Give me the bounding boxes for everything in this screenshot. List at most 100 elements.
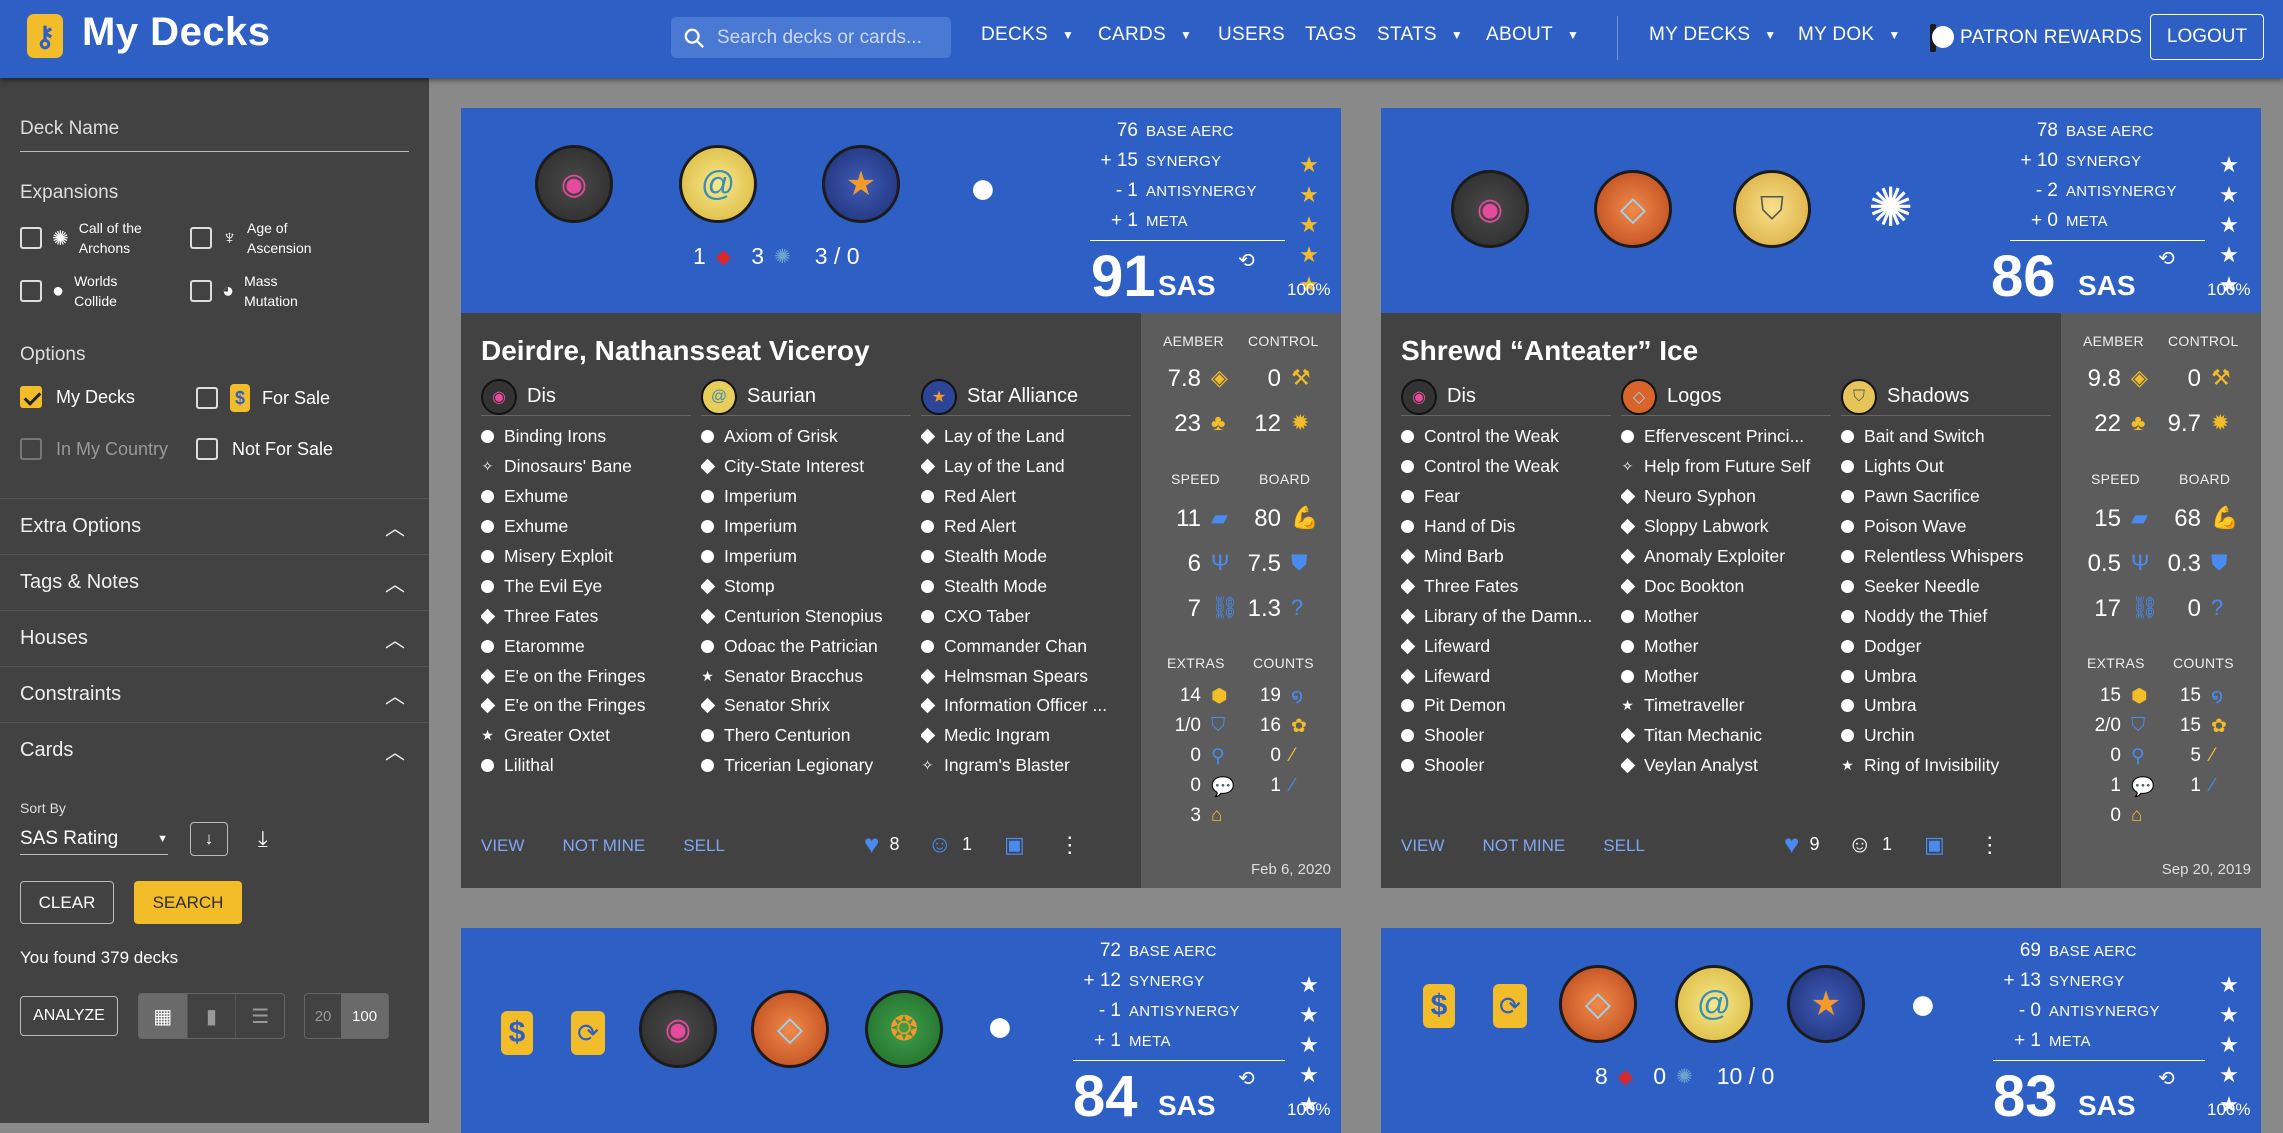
card-list-item[interactable]: Mother xyxy=(1621,661,1831,691)
sell-button[interactable]: SELL xyxy=(1603,836,1645,856)
card-list-item[interactable]: Shooler xyxy=(1401,751,1611,781)
nav-my-dok[interactable]: MY DOK ▼ xyxy=(1798,24,1901,46)
deck-name[interactable]: Deirdre, Nathansseat Viceroy xyxy=(481,335,870,367)
search-box[interactable] xyxy=(671,17,951,58)
card-list-item[interactable]: Control the Weak xyxy=(1401,452,1611,482)
card-list-item[interactable]: Medic Ingram xyxy=(921,721,1131,751)
card-list-item[interactable]: Hand of Dis xyxy=(1401,512,1611,542)
card-list-item[interactable]: Bait and Switch xyxy=(1841,422,2051,452)
deck-name[interactable]: Shrewd “Anteater” Ice xyxy=(1401,335,1698,367)
sell-button[interactable]: SELL xyxy=(683,836,725,856)
card-list-item[interactable]: Effervescent Princi... xyxy=(1621,422,1831,452)
not-mine-button[interactable]: NOT MINE xyxy=(1482,836,1565,856)
logout-button[interactable]: LOGOUT xyxy=(2150,14,2264,60)
card-list-item[interactable]: Axiom of Grisk xyxy=(701,422,911,452)
card-list-item[interactable]: Poison Wave xyxy=(1841,512,2051,542)
card-list-item[interactable]: Tricerian Legionary xyxy=(701,751,911,781)
checkbox[interactable] xyxy=(20,280,42,302)
card-list-item[interactable]: City-State Interest xyxy=(701,452,911,482)
card-list-item[interactable]: ★ Senator Bracchus xyxy=(701,661,911,691)
image-icon[interactable]: ▣ xyxy=(1924,832,1945,858)
card-list-item[interactable]: Centurion Stenopius xyxy=(701,601,911,631)
checkbox[interactable] xyxy=(196,387,218,409)
card-list-item[interactable]: Lights Out xyxy=(1841,452,2051,482)
nav-tags[interactable]: TAGS xyxy=(1305,24,1357,46)
card-list-item[interactable]: Stomp xyxy=(701,571,911,601)
card-list-item[interactable]: E'e on the Fringes xyxy=(481,691,691,721)
patron-rewards-toggle[interactable]: PATRON REWARDS xyxy=(1930,24,2142,52)
image-icon[interactable]: ▣ xyxy=(1004,832,1025,858)
section-houses[interactable]: Houses ︿ xyxy=(0,610,429,666)
page-size-100[interactable]: 100 xyxy=(341,994,388,1038)
sort-direction-button[interactable]: ↓ xyxy=(190,822,228,856)
search-input[interactable] xyxy=(717,26,937,49)
section-tags-notes[interactable]: Tags & Notes ︿ xyxy=(0,554,429,610)
checkbox-disabled[interactable] xyxy=(20,438,42,460)
card-list-item[interactable]: Mother xyxy=(1621,601,1831,631)
card-list-item[interactable]: ✧ Dinosaurs' Bane xyxy=(481,452,691,482)
card-list-item[interactable]: Thero Centurion xyxy=(701,721,911,751)
view-button[interactable]: VIEW xyxy=(481,836,524,856)
expansion-mm[interactable]: ◕ Mass Mutation xyxy=(190,271,324,311)
card-list-item[interactable]: Urchin xyxy=(1841,721,2051,751)
expansion-cota[interactable]: ✺ Call of the Archons xyxy=(20,218,159,258)
card-list-item[interactable]: Fear xyxy=(1401,482,1611,512)
analyze-button[interactable]: ANALYZE xyxy=(20,996,118,1036)
card-list-item[interactable]: Sloppy Labwork xyxy=(1621,512,1831,542)
download-icon[interactable]: ⤓ xyxy=(258,826,268,852)
card-list-item[interactable]: Misery Exploit xyxy=(481,542,691,572)
heart-icon[interactable]: ♥ xyxy=(1784,829,1799,860)
card-list-item[interactable]: Commander Chan xyxy=(921,631,1131,661)
card-list-item[interactable]: Stealth Mode xyxy=(921,571,1131,601)
card-list-item[interactable]: Senator Shrix xyxy=(701,691,911,721)
card-list-item[interactable]: Red Alert xyxy=(921,482,1131,512)
key-logo-icon[interactable]: ⚷ xyxy=(27,14,63,58)
card-list-item[interactable]: CXO Taber xyxy=(921,601,1131,631)
card-list-item[interactable]: Helmsman Spears xyxy=(921,661,1131,691)
section-extra-options[interactable]: Extra Options ︿ xyxy=(0,498,429,554)
heart-icon[interactable]: ♥ xyxy=(864,829,879,860)
not-mine-button[interactable]: NOT MINE xyxy=(562,836,645,856)
card-list-item[interactable]: E'e on the Fringes xyxy=(481,661,691,691)
view-button[interactable]: VIEW xyxy=(1401,836,1444,856)
nav-users[interactable]: USERS xyxy=(1218,24,1285,46)
card-list-item[interactable]: Lifeward xyxy=(1401,661,1611,691)
card-list-item[interactable]: Dodger xyxy=(1841,631,2051,661)
expansion-wc[interactable]: ● Worlds Collide xyxy=(20,271,154,311)
history-icon[interactable]: ⟲ xyxy=(2158,246,2175,271)
grid-view-icon[interactable]: ▦ xyxy=(139,994,187,1038)
history-icon[interactable]: ⟲ xyxy=(1238,248,1255,273)
list-view-icon[interactable]: ☰ xyxy=(235,994,284,1038)
brand-title[interactable]: My Decks xyxy=(82,10,271,55)
card-list-item[interactable]: The Evil Eye xyxy=(481,571,691,601)
card-list-item[interactable]: ★ Timetraveller xyxy=(1621,691,1831,721)
card-list-item[interactable]: Noddy the Thief xyxy=(1841,601,2051,631)
card-list-item[interactable]: Red Alert xyxy=(921,512,1131,542)
section-constraints[interactable]: Constraints ︿ xyxy=(0,666,429,722)
card-list-item[interactable]: Lifeward xyxy=(1401,631,1611,661)
card-list-item[interactable]: Anomaly Exploiter xyxy=(1621,542,1831,572)
option-not-for-sale[interactable]: Not For Sale xyxy=(196,438,333,460)
card-list-item[interactable]: Doc Bookton xyxy=(1621,571,1831,601)
sort-select[interactable]: SAS Rating ▼ xyxy=(20,823,168,855)
deck-name-field[interactable]: Deck Name xyxy=(20,118,409,152)
card-list-item[interactable]: Binding Irons xyxy=(481,422,691,452)
option-in-my-country[interactable]: In My Country xyxy=(20,438,168,460)
card-list-item[interactable]: Library of the Damn... xyxy=(1401,601,1611,631)
nav-decks[interactable]: DECKS ▼ xyxy=(981,24,1074,46)
card-list-item[interactable]: Umbra xyxy=(1841,691,2051,721)
card-list-item[interactable]: Etaromme xyxy=(481,631,691,661)
toggle-switch[interactable] xyxy=(1930,24,1954,52)
nav-stats[interactable]: STATS ▼ xyxy=(1377,24,1463,46)
card-list-item[interactable]: Lay of the Land xyxy=(921,452,1131,482)
card-list-item[interactable]: Stealth Mode xyxy=(921,542,1131,572)
card-list-item[interactable]: Lay of the Land xyxy=(921,422,1131,452)
nav-my-decks[interactable]: MY DECKS ▼ xyxy=(1649,24,1776,46)
card-list-item[interactable]: ✧ Ingram's Blaster xyxy=(921,751,1131,781)
card-list-item[interactable]: ★ Greater Oxtet xyxy=(481,721,691,751)
card-list-item[interactable]: Control the Weak xyxy=(1401,422,1611,452)
option-my-decks[interactable]: My Decks xyxy=(20,386,135,408)
card-list-item[interactable]: Titan Mechanic xyxy=(1621,721,1831,751)
card-list-item[interactable]: Mind Barb xyxy=(1401,542,1611,572)
history-icon[interactable]: ⟲ xyxy=(1238,1066,1255,1091)
